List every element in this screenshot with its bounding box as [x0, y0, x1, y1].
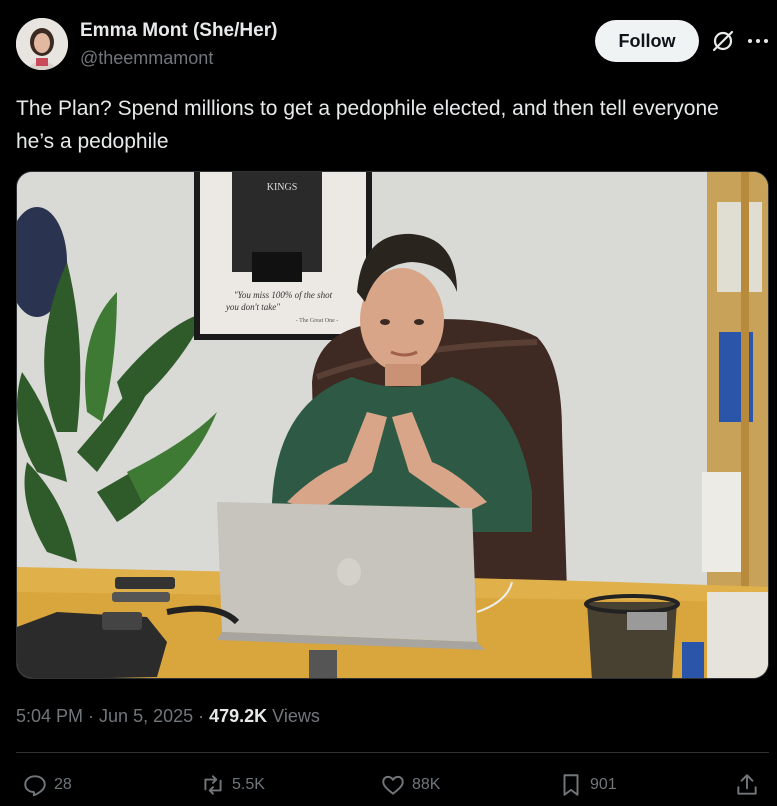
post-date[interactable]: Jun 5, 2025	[99, 706, 193, 726]
views-label: Views	[267, 706, 320, 726]
bookmark-button[interactable]: 901	[558, 768, 617, 802]
author-name[interactable]: Emma Mont (She/Her)	[80, 20, 277, 42]
repost-icon	[204, 775, 222, 795]
repost-button[interactable]: 5.5K	[200, 768, 265, 802]
post-time[interactable]: 5:04 PM	[16, 706, 83, 726]
reply-count: 28	[54, 776, 72, 793]
like-button[interactable]: 88K	[380, 768, 440, 802]
repost-count: 5.5K	[232, 776, 265, 793]
views-count: 479.2K	[209, 706, 268, 726]
grok-icon[interactable]	[710, 28, 736, 54]
office-scene-image: KINGS "You miss 100% of the shot you don…	[17, 172, 768, 678]
share-icon	[737, 774, 757, 795]
like-count: 88K	[412, 776, 441, 793]
more-options-icon[interactable]	[746, 28, 770, 54]
profile-photo-icon	[16, 18, 68, 70]
author-handle[interactable]: @theemmamont	[80, 48, 213, 69]
author-avatar[interactable]	[16, 18, 68, 70]
bookmark-icon	[563, 774, 579, 796]
post-image[interactable]: KINGS "You miss 100% of the shot you don…	[16, 171, 769, 679]
follow-button[interactable]: Follow	[595, 20, 699, 62]
post-text: The Plan? Spend millions to get a pedoph…	[16, 97, 719, 153]
bookmark-count: 901	[590, 776, 617, 793]
meta-separator: ·	[193, 706, 210, 726]
reply-button[interactable]: 28	[22, 768, 72, 802]
heart-icon	[382, 775, 404, 795]
reply-icon	[24, 775, 46, 797]
poster-jersey-text: KINGS	[267, 182, 298, 193]
poster-quote-line2: you don't take"	[225, 302, 280, 312]
post-meta: 5:04 PM · Jun 5, 2025 · 479.2K Views	[16, 706, 320, 727]
poster-attribution: - The Great One -	[296, 318, 339, 324]
poster-quote-line1: "You miss 100% of the shot	[234, 290, 333, 300]
meta-separator: ·	[83, 706, 100, 726]
share-button[interactable]	[734, 768, 760, 802]
divider	[16, 752, 769, 753]
